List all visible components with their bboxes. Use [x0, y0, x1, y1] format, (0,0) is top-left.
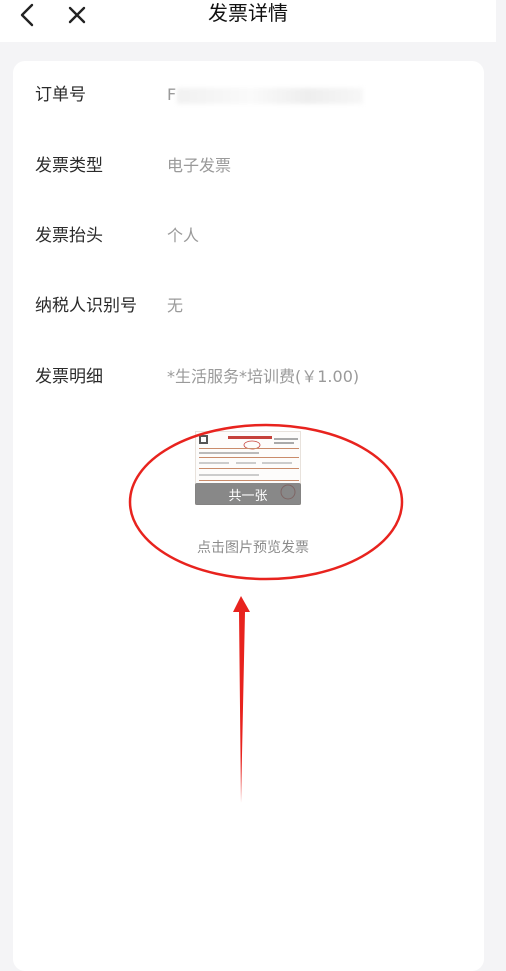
order-number-row: 订单号 F	[35, 80, 486, 110]
invoice-title-value: 个人	[167, 226, 200, 245]
invoice-type-label: 发票类型	[35, 156, 103, 176]
invoice-items-row: 发票明细 *生活服务*培训费(￥1.00)	[35, 362, 486, 392]
invoice-thumbnail[interactable]: 共一张	[195, 431, 301, 505]
invoice-items-value: *生活服务*培训费(￥1.00)	[167, 367, 360, 386]
order-number-value: F	[167, 85, 177, 104]
invoice-detail-card	[13, 61, 484, 971]
order-number-label: 订单号	[35, 85, 86, 105]
taxpayer-id-row: 纳税人识别号 无	[35, 291, 486, 321]
invoice-type-row: 发票类型 电子发票	[35, 151, 486, 181]
preview-hint: 点击图片预览发票	[197, 540, 309, 556]
invoice-title-label: 发票抬头	[35, 226, 103, 246]
invoice-type-value: 电子发票	[167, 156, 232, 175]
invoice-items-label: 发票明细	[35, 367, 103, 387]
page-title: 发票详情	[208, 1, 288, 25]
redacted-order-number	[177, 88, 363, 104]
taxpayer-id-label: 纳税人识别号	[35, 296, 137, 316]
taxpayer-id-value: 无	[167, 296, 184, 315]
invoice-count-overlay: 共一张	[195, 483, 301, 505]
invoice-title-row: 发票抬头 个人	[35, 221, 486, 251]
